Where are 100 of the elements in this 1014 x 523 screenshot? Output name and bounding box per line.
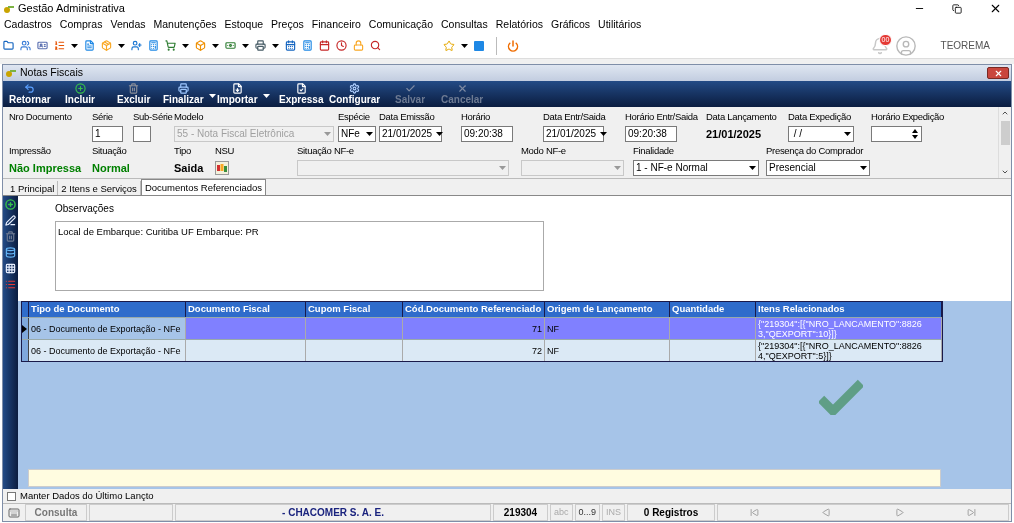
menu-item[interactable]: Vendas — [110, 17, 146, 33]
folder-icon[interactable] — [3, 40, 14, 51]
row-indicator[interactable] — [22, 340, 29, 361]
field-label: Finalidade — [633, 144, 674, 158]
menu-item[interactable]: Estoque — [224, 17, 264, 33]
menu-item[interactable]: Comunicação — [368, 17, 433, 33]
input-field[interactable]: 1 — [92, 125, 123, 142]
status-indicator: 0...9 — [574, 504, 601, 521]
menu-item[interactable]: Manutenções — [153, 17, 217, 33]
caret-icon[interactable] — [600, 131, 608, 136]
grid-icon[interactable] — [5, 263, 16, 274]
calendar-icon[interactable] — [319, 40, 330, 51]
field-label: Modo NF-e — [521, 144, 566, 158]
input-field[interactable]: 09:20:38 — [625, 125, 677, 142]
menu-item[interactable]: Financeiro — [311, 17, 361, 33]
spin-arrows-icon[interactable] — [911, 127, 919, 140]
close-icon — [993, 68, 1003, 78]
document-icon[interactable] — [84, 40, 95, 51]
status-value: 21/01/2025 — [706, 126, 762, 142]
toolbar-button[interactable]: Configurar — [327, 83, 383, 106]
menu-item[interactable]: Utilitários — [598, 17, 642, 33]
number-lookup-icon[interactable] — [215, 160, 229, 175]
tab[interactable]: 1 Principal — [7, 181, 59, 195]
star-icon[interactable] — [443, 39, 455, 52]
toolbar-button[interactable]: Importar — [215, 83, 260, 106]
search-icon[interactable] — [370, 40, 381, 51]
caret-icon[interactable] — [208, 94, 216, 98]
menu-item[interactable]: Gráficos — [551, 17, 591, 33]
toolbar-button[interactable]: Expressa — [277, 83, 326, 106]
window-title: Gestão Administrativa — [18, 1, 125, 17]
tab[interactable]: 2 Itens e Serviços — [58, 181, 141, 195]
scroll-down-icon[interactable] — [1001, 168, 1009, 176]
caret-icon[interactable] — [118, 43, 125, 48]
calculator-icon[interactable] — [302, 40, 313, 51]
column-header[interactable]: Origem de Lançamento — [545, 302, 670, 317]
caret-icon[interactable] — [749, 165, 756, 170]
caret-icon[interactable] — [242, 43, 249, 48]
users-icon[interactable] — [20, 40, 31, 51]
menu-item[interactable]: Preços — [271, 17, 304, 33]
database-icon[interactable] — [5, 247, 16, 258]
checkbox[interactable] — [7, 491, 16, 501]
toolbar-button[interactable]: Excluir — [115, 83, 153, 106]
scroll-up-icon[interactable] — [1001, 109, 1009, 117]
input-field[interactable]: 09:20:38 — [461, 125, 513, 142]
tab[interactable]: Documentos Referenciados — [140, 179, 267, 195]
toolbar-button[interactable]: Retornar — [7, 83, 53, 106]
column-header[interactable]: Tipo de Documento — [29, 302, 186, 317]
bell-icon[interactable] — [870, 36, 889, 55]
plus-circle-icon[interactable] — [5, 199, 16, 210]
select-field[interactable]: 21/01/2025 — [379, 125, 442, 142]
status-value: Saida — [174, 160, 204, 176]
menu-item[interactable]: Relatórios — [495, 17, 543, 33]
menu-item[interactable]: Consultas — [441, 17, 488, 33]
menu-item[interactable]: Compras — [59, 17, 103, 33]
scrollbar-thumb[interactable] — [1000, 120, 1010, 145]
trash-icon[interactable] — [5, 231, 16, 242]
column-header[interactable]: Itens Relacionados — [756, 302, 942, 317]
caret-icon[interactable] — [262, 94, 270, 98]
cart-icon[interactable] — [165, 40, 176, 51]
select-field[interactable]: Presencial — [766, 159, 870, 176]
clock-icon[interactable] — [336, 40, 347, 51]
caret-icon[interactable] — [436, 131, 444, 136]
field-label: Situação — [92, 144, 127, 158]
vertical-scrollbar[interactable] — [998, 107, 1011, 178]
spin-field[interactable] — [871, 125, 922, 142]
caret-icon[interactable] — [461, 43, 468, 48]
id-card-icon[interactable] — [37, 40, 48, 51]
calendar-icon[interactable] — [285, 40, 296, 51]
column-header[interactable]: Cupom Fiscal — [306, 302, 403, 317]
close-button[interactable] — [987, 67, 1009, 79]
menu-item[interactable]: Cadastros — [4, 17, 52, 33]
caret-icon[interactable] — [366, 131, 373, 136]
column-header[interactable]: Cód.Documento Referenciado — [403, 302, 545, 317]
document-icon — [231, 83, 243, 94]
user-plus-icon[interactable] — [131, 40, 142, 51]
select-field[interactable]: / / — [788, 125, 854, 142]
caret-icon[interactable] — [860, 165, 867, 170]
child-window-title: Notas Fiscais — [20, 65, 83, 81]
select-field[interactable]: 21/01/2025 — [543, 125, 604, 142]
power-icon[interactable] — [507, 39, 519, 52]
caret-icon[interactable] — [182, 43, 189, 48]
observations-field[interactable]: Local de Embarque: Curitiba UF Embarque: PR — [55, 221, 544, 291]
list-icon[interactable] — [54, 40, 65, 51]
edit-icon[interactable] — [5, 215, 16, 226]
toolbar-button[interactable]: Incluir — [63, 83, 97, 106]
calculator-icon[interactable] — [148, 40, 159, 51]
banknote-icon[interactable] — [225, 40, 236, 51]
select-field[interactable]: NFe — [338, 125, 376, 142]
caret-icon[interactable] — [844, 131, 851, 136]
column-header[interactable]: Quantidade — [670, 302, 756, 317]
caret-icon[interactable] — [71, 43, 78, 48]
caret-icon[interactable] — [212, 43, 219, 48]
list-icon[interactable] — [5, 279, 16, 290]
caret-icon[interactable] — [272, 43, 279, 48]
input-field[interactable] — [133, 125, 151, 142]
select-field[interactable]: 1 - NF-e Normal — [633, 159, 759, 176]
column-header[interactable]: Documento Fiscal — [186, 302, 306, 317]
toolbar-button[interactable]: Finalizar — [161, 83, 206, 106]
box-icon[interactable] — [195, 40, 206, 51]
printer-icon[interactable] — [255, 40, 266, 51]
